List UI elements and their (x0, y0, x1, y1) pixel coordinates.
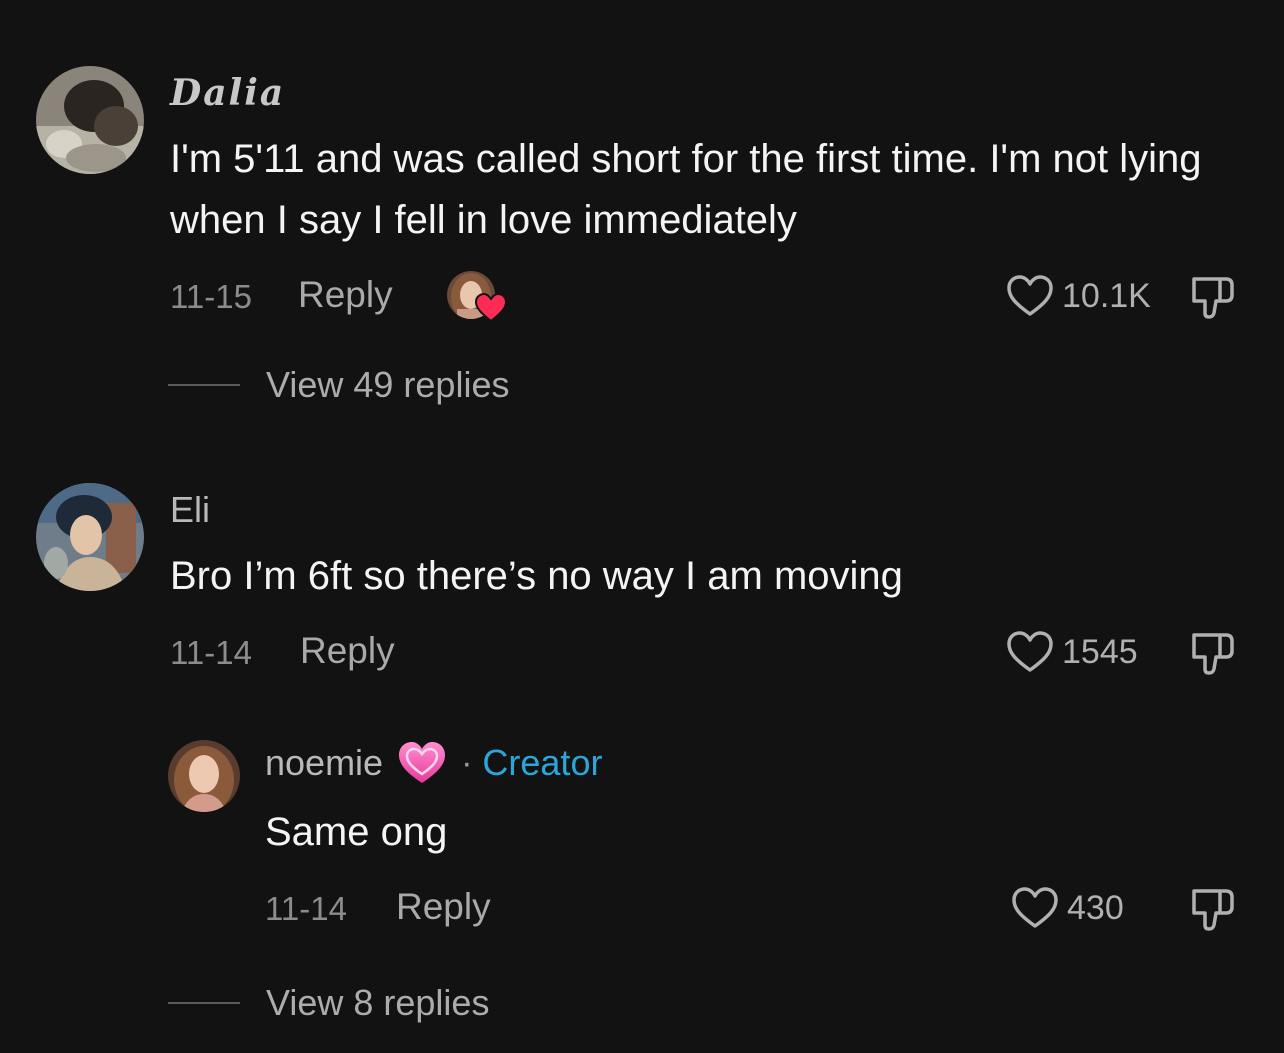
like-button[interactable]: 1545 (1006, 630, 1138, 674)
creator-badge: Creator (482, 742, 603, 783)
view-replies-label: View 49 replies (266, 364, 510, 405)
reply-header: noemie · Creator (265, 740, 602, 786)
avatar[interactable] (36, 66, 144, 174)
like-count: 430 (1067, 888, 1124, 927)
username[interactable]: Dalia (170, 72, 285, 114)
comment-text: Bro I’m 6ft so there’s no way I am movin… (170, 554, 903, 598)
reply-button[interactable]: Reply (298, 274, 393, 316)
view-replies-button[interactable]: View 8 replies (168, 982, 489, 1024)
comment-text: Same ong (265, 810, 448, 854)
separator: · (461, 743, 473, 782)
dislike-icon[interactable] (1188, 629, 1238, 679)
comment-date: 11-15 (170, 278, 252, 315)
view-replies-label: View 8 replies (266, 982, 490, 1023)
comment-date: 11-14 (265, 890, 347, 927)
view-replies-button[interactable]: View 49 replies (168, 364, 509, 406)
heart-outline-icon (1012, 887, 1058, 928)
divider-line (168, 384, 240, 386)
divider-line (168, 1002, 240, 1004)
avatar[interactable] (36, 483, 144, 591)
pink-heart-icon (399, 742, 446, 783)
dislike-icon[interactable] (1188, 885, 1238, 935)
heart-outline-icon (1007, 275, 1053, 316)
heart-outline-icon (1007, 631, 1053, 672)
comment-item: Eli Bro I’m 6ft so there’s no way I am m… (0, 470, 1284, 1053)
like-count: 10.1K (1062, 276, 1151, 315)
reply-button[interactable]: Reply (396, 886, 491, 928)
like-button[interactable]: 10.1K (1006, 274, 1151, 318)
username[interactable]: Eli (170, 489, 210, 531)
like-button[interactable]: 430 (1011, 886, 1124, 930)
like-count: 1545 (1062, 632, 1138, 671)
avatar[interactable] (168, 740, 240, 812)
comment-date: 11-14 (170, 634, 252, 671)
dislike-icon[interactable] (1188, 273, 1238, 323)
heart-icon (475, 293, 507, 323)
reply-item: noemie · Creator Same ong 11-14 Reply 43… (0, 732, 1284, 932)
username[interactable]: noemie (265, 742, 383, 784)
comment-item: Dalia I'm 5'11 and was called short for … (0, 0, 1284, 430)
comment-text: I'm 5'11 and was called short for the fi… (170, 137, 1202, 242)
reply-button[interactable]: Reply (300, 630, 395, 672)
creator-liked-badge (447, 271, 507, 325)
